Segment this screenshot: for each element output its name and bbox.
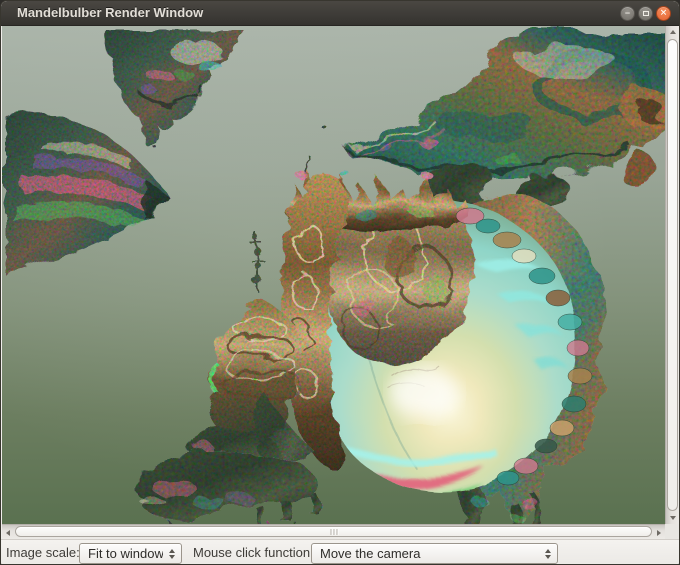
fractal-render bbox=[2, 26, 665, 524]
vertical-scrollbar-thumb[interactable] bbox=[667, 39, 678, 511]
image-scale-label: Image scale: bbox=[6, 540, 80, 565]
fractal-top-left-fragment bbox=[102, 26, 325, 148]
scroll-up-icon[interactable] bbox=[670, 30, 676, 34]
horizontal-scrollbar[interactable] bbox=[2, 524, 665, 539]
close-icon: ✕ bbox=[660, 9, 668, 18]
maximize-icon bbox=[643, 11, 649, 16]
scroll-right-icon[interactable] bbox=[657, 530, 661, 536]
combo-arrows-icon bbox=[163, 549, 181, 559]
minimize-button[interactable]: – bbox=[620, 6, 635, 21]
titlebar[interactable]: Mandelbulber Render Window – ✕ bbox=[1, 1, 679, 26]
window-title: Mandelbulber Render Window bbox=[17, 1, 203, 25]
mouse-click-function-combo[interactable]: Move the camera bbox=[311, 543, 558, 564]
combo-arrows-icon bbox=[539, 549, 557, 559]
status-toolbar: Image scale: Fit to window Mouse click f… bbox=[1, 539, 680, 565]
mouse-click-function-value: Move the camera bbox=[312, 546, 539, 561]
maximize-button[interactable] bbox=[638, 6, 653, 21]
close-button[interactable]: ✕ bbox=[656, 6, 671, 21]
minimize-icon: – bbox=[625, 9, 630, 18]
scroll-left-icon[interactable] bbox=[6, 530, 10, 536]
scroll-down-icon[interactable] bbox=[670, 516, 676, 520]
scrollbar-grip-icon bbox=[330, 529, 337, 535]
image-scale-combo[interactable]: Fit to window bbox=[79, 543, 182, 564]
vertical-scrollbar[interactable] bbox=[665, 26, 680, 524]
horizontal-scrollbar-thumb[interactable] bbox=[15, 526, 652, 537]
scrollbar-corner bbox=[665, 524, 680, 539]
mandelbulber-render-window: Mandelbulber Render Window – ✕ bbox=[0, 0, 680, 565]
render-viewport[interactable] bbox=[2, 26, 665, 524]
mouse-click-function-label: Mouse click function: bbox=[193, 540, 314, 565]
window-controls: – ✕ bbox=[620, 6, 671, 21]
image-scale-value: Fit to window bbox=[80, 546, 163, 561]
